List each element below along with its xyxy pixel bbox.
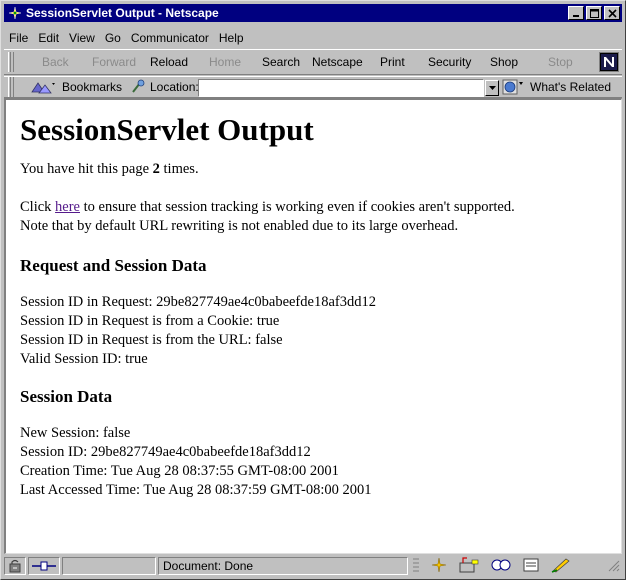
- page-heading: SessionServlet Output: [20, 112, 314, 147]
- minimize-icon: [573, 15, 579, 17]
- session-data-heading: Session Data: [20, 387, 113, 406]
- location-dropdown-button[interactable]: [485, 80, 499, 96]
- reload-button[interactable]: Reload: [150, 55, 188, 69]
- progress-meter: [62, 557, 156, 575]
- address-book-icon[interactable]: [522, 557, 540, 576]
- click-suffix-text: to ensure that session tracking is worki…: [80, 199, 515, 215]
- location-toolbar: Bookmarks Location: What's Related: [4, 76, 622, 98]
- status-bar: Document: Done: [4, 556, 622, 576]
- bookmarks-icon[interactable]: [30, 80, 56, 99]
- menu-communicator[interactable]: Communicator: [126, 31, 214, 45]
- close-icon: [607, 8, 617, 18]
- title-bar[interactable]: SessionServlet Output - Netscape: [4, 4, 622, 22]
- netscape-logo-icon[interactable]: [599, 52, 619, 72]
- home-button[interactable]: Home: [209, 55, 241, 69]
- component-bar: [412, 557, 572, 576]
- netscape-app-icon[interactable]: [7, 5, 23, 21]
- whats-related-button[interactable]: What's Related: [530, 80, 611, 94]
- mail-icon[interactable]: [458, 557, 480, 576]
- hit-prefix-text: You have hit this page: [20, 161, 153, 177]
- session-data: New Session: false Session ID: 29be82774…: [20, 424, 607, 500]
- menu-bar: File Edit View Go Communicator Help: [4, 29, 622, 47]
- resize-grip-icon[interactable]: [608, 560, 620, 575]
- creation-time: Creation Time: Tue Aug 28 08:37:55 GMT-0…: [20, 463, 339, 479]
- page-content: SessionServlet Output You have hit this …: [4, 98, 622, 554]
- bookmarks-button[interactable]: Bookmarks: [62, 80, 122, 94]
- chevron-down-icon: [488, 86, 496, 90]
- composer-icon[interactable]: [550, 557, 572, 576]
- session-id-in-request: Session ID in Request: 29be827749ae4c0ba…: [20, 294, 376, 310]
- click-prefix-text: Click: [20, 199, 56, 215]
- menu-view[interactable]: View: [64, 31, 100, 45]
- request-session-data: Session ID in Request: 29be827749ae4c0ba…: [20, 293, 607, 369]
- menu-go[interactable]: Go: [100, 31, 126, 45]
- hit-count-paragraph: You have hit this page 2 times.: [20, 160, 607, 179]
- window-title: SessionServlet Output - Netscape: [26, 6, 219, 20]
- valid-session-id: Valid Session ID: true: [20, 351, 148, 367]
- url-rewriting-note: Note that by default URL rewriting is no…: [20, 218, 459, 234]
- menu-edit[interactable]: Edit: [33, 31, 64, 45]
- new-session: New Session: false: [20, 425, 131, 441]
- netscape-button[interactable]: Netscape: [312, 55, 363, 69]
- menu-file[interactable]: File: [4, 31, 33, 45]
- navigator-icon[interactable]: [430, 557, 448, 576]
- maximize-button[interactable]: [586, 6, 602, 20]
- shop-button[interactable]: Shop: [490, 55, 518, 69]
- here-link[interactable]: here: [55, 199, 80, 215]
- location-label: Location:: [150, 80, 199, 94]
- request-session-heading: Request and Session Data: [20, 256, 207, 275]
- hit-suffix-text: times.: [159, 161, 199, 177]
- minimize-button[interactable]: [568, 6, 584, 20]
- security-lock-icon[interactable]: [4, 557, 26, 575]
- last-accessed-time: Last Accessed Time: Tue Aug 28 08:37:59 …: [20, 482, 372, 498]
- print-button[interactable]: Print: [380, 55, 405, 69]
- location-link-icon[interactable]: [130, 79, 146, 98]
- stop-button[interactable]: Stop: [548, 55, 573, 69]
- forward-button[interactable]: Forward: [92, 55, 136, 69]
- location-grip-handle[interactable]: [8, 77, 14, 97]
- session-tracking-paragraph: Click here to ensure that session tracki…: [20, 198, 607, 236]
- location-url-input[interactable]: [198, 79, 484, 97]
- session-id: Session ID: 29be827749ae4c0babeefde18af3…: [20, 444, 311, 460]
- toolbar-grip-handle[interactable]: [8, 52, 14, 72]
- component-bar-grip-icon[interactable]: [412, 557, 420, 576]
- status-text: Document: Done: [158, 557, 408, 575]
- newsgroups-icon[interactable]: [490, 557, 512, 576]
- menu-help[interactable]: Help: [214, 31, 249, 45]
- navigation-toolbar: Back Forward Reload Home Search Netscape…: [4, 49, 622, 75]
- session-id-from-url: Session ID in Request is from the URL: f…: [20, 332, 283, 348]
- maximize-icon: [589, 8, 599, 18]
- browser-window: SessionServlet Output - Netscape File Ed…: [0, 0, 626, 580]
- search-button[interactable]: Search: [262, 55, 300, 69]
- security-button[interactable]: Security: [428, 55, 471, 69]
- session-id-from-cookie: Session ID in Request is from a Cookie: …: [20, 313, 280, 329]
- hit-count: 2: [152, 161, 160, 177]
- whats-related-icon[interactable]: [502, 79, 526, 100]
- back-button[interactable]: Back: [42, 55, 69, 69]
- connection-icon[interactable]: [28, 557, 60, 575]
- close-button[interactable]: [604, 6, 620, 20]
